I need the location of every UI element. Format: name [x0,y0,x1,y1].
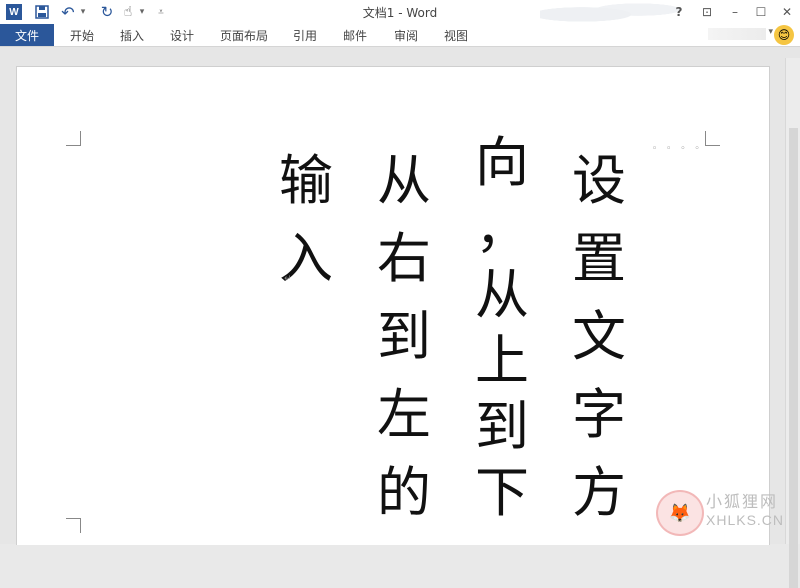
formatting-dots: ◦ ◦ ◦ ◦ [652,144,703,154]
vertical-scrollbar[interactable] [785,58,800,588]
text-char: 入 [279,227,333,290]
watermark: 🦊 小狐狸网 XHLKS.CN [656,486,794,536]
tab-references[interactable]: 引用 [293,24,317,46]
tab-home[interactable]: 开始 [70,24,94,46]
avatar[interactable]: 😊 [774,25,794,45]
text-char: 文 [572,305,626,368]
tab-design[interactable]: 设计 [170,24,194,46]
text-char: 置 [572,227,626,290]
tab-mailings[interactable]: 邮件 [343,24,367,46]
account-dropdown-icon[interactable]: ▾ [768,27,773,37]
text-char: 从 [475,263,529,326]
touch-dropdown-icon[interactable]: ▾ [137,3,147,21]
touch-mode-icon[interactable]: ☝ [119,3,137,21]
paragraph-mark-icon: ↵ [284,274,292,284]
undo-dropdown-icon[interactable]: ▾ [78,3,88,21]
crop-mark-bottom-left [66,518,81,533]
text-char: 向 [475,131,529,194]
account-name[interactable] [708,28,766,40]
maximize-button[interactable]: ☐ [750,2,772,22]
text-column-2[interactable]: 向 ， 从 上 到 下 [471,130,533,526]
text-char: ， [475,197,529,260]
text-column-1[interactable]: 设 置 文 字 方 [568,142,630,532]
word-logo-icon[interactable]: W [6,4,22,20]
close-button[interactable]: ✕ [776,2,798,22]
text-char: 输 [279,149,333,212]
text-char: 方 [572,461,626,524]
ribbon-tabs: 文件 开始 插入 设计 页面布局 引用 邮件 审阅 视图 ▾ 😊 [0,24,800,47]
crop-mark-top-right [705,131,720,146]
text-column-3[interactable]: 从 右 到 左 的 [373,142,435,532]
crop-mark-top-left [66,131,81,146]
text-char: 到 [475,395,529,458]
minimize-button[interactable]: – [724,2,746,22]
text-char: 字 [572,383,626,446]
text-char: 的 [377,461,431,524]
tab-review[interactable]: 审阅 [394,24,418,46]
text-char: 到 [377,305,431,368]
watermark-text-cn: 小狐狸网 [706,492,779,511]
text-char: 上 [475,329,529,392]
tab-file[interactable]: 文件 [0,24,54,46]
tab-page-layout[interactable]: 页面布局 [220,24,268,46]
text-char: 左 [377,383,431,446]
text-char: 右 [377,227,431,290]
watermark-text-en: XHLKS.CN [706,512,785,528]
help-button[interactable]: ? [668,2,690,22]
redo-icon[interactable]: ↻ [97,3,117,21]
customize-toolbar-icon[interactable]: ⩡ [154,3,168,21]
text-char: 下 [475,461,529,524]
text-char: 设 [572,149,626,212]
tab-insert[interactable]: 插入 [120,24,144,46]
title-bar: W ↶ ▾ ↻ ☝ ▾ ⩡ 文档1 - Word ? ⊡ – ☐ ✕ [0,0,800,24]
title-decoration [540,0,680,24]
undo-icon[interactable]: ↶ [58,3,78,22]
text-char: 从 [377,149,431,212]
fox-logo-icon: 🦊 [656,490,704,536]
tab-view[interactable]: 视图 [444,24,468,46]
save-icon[interactable] [32,3,52,21]
ribbon-display-options-icon[interactable]: ⊡ [696,2,718,22]
